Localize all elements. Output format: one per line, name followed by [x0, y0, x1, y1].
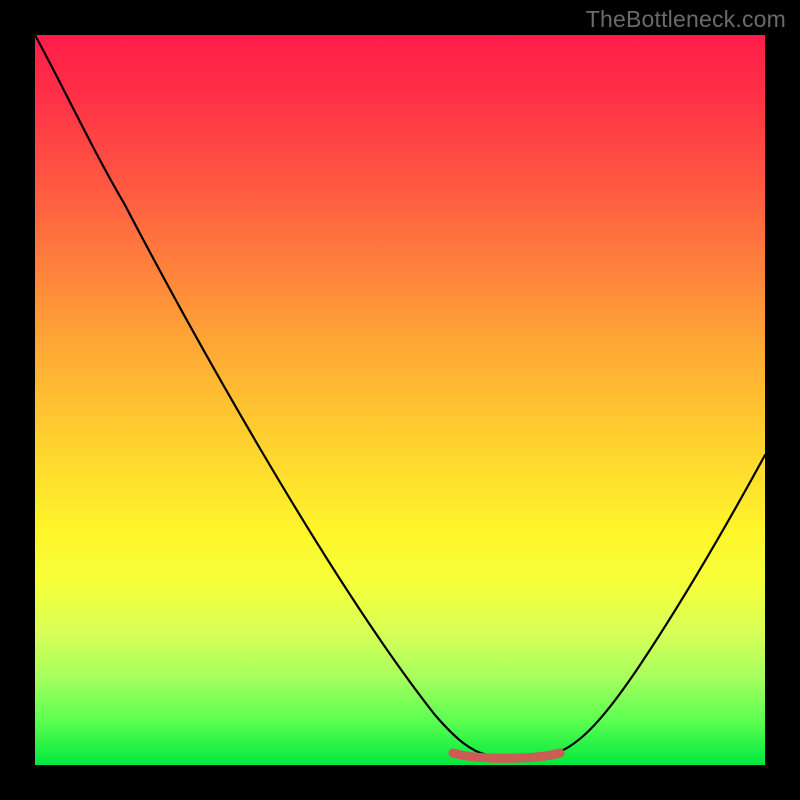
watermark-text: TheBottleneck.com	[586, 6, 786, 33]
plot-area	[35, 35, 765, 765]
curve-svg	[35, 35, 765, 765]
optimal-range-marker	[453, 753, 560, 758]
bottleneck-curve	[35, 35, 765, 758]
chart-frame: TheBottleneck.com	[0, 0, 800, 800]
